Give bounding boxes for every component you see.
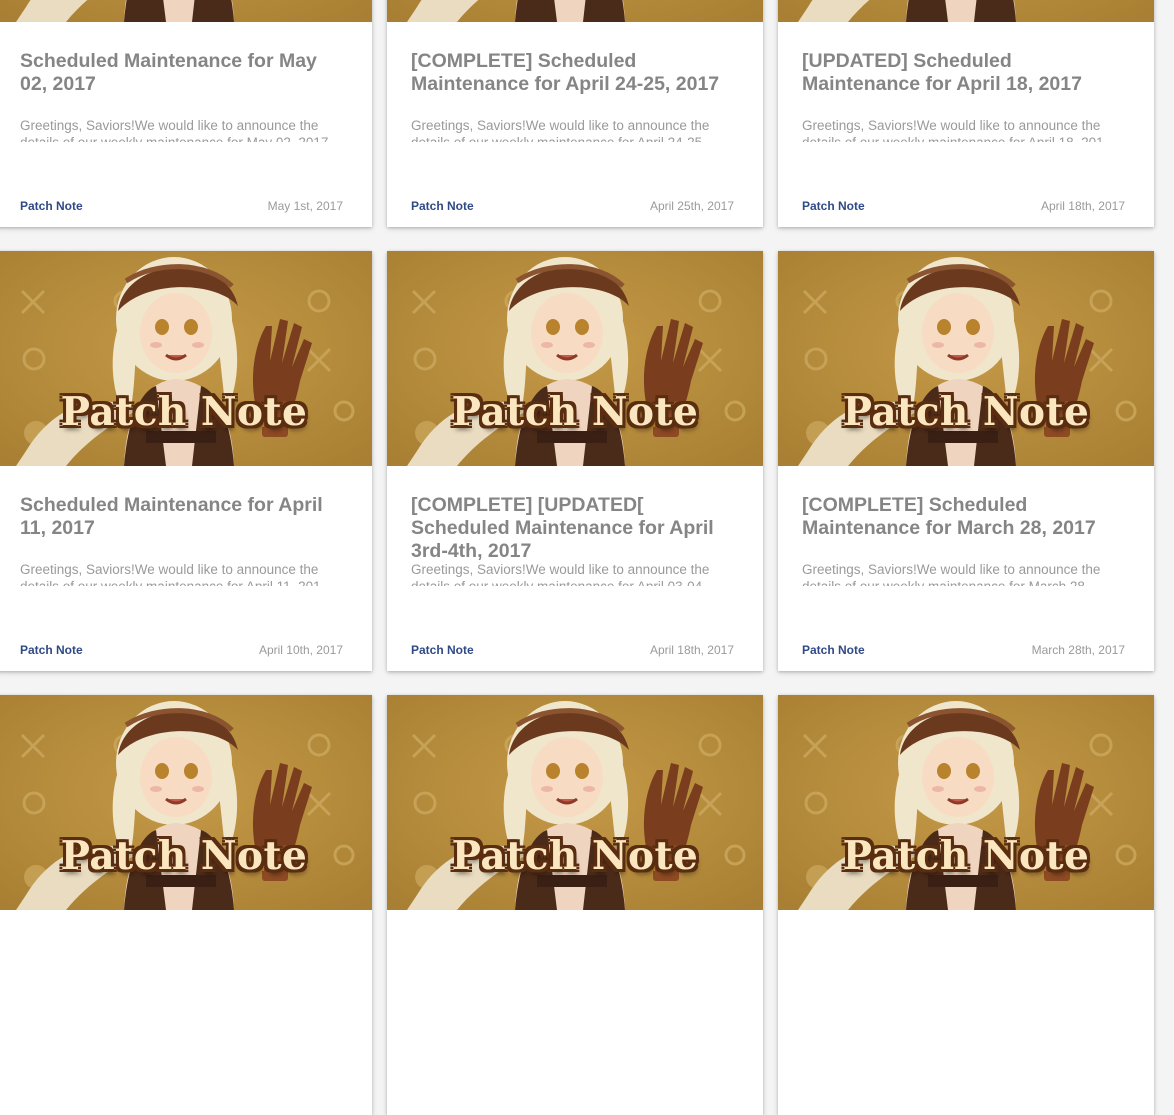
category-link[interactable]: Patch Note <box>411 199 474 213</box>
card-banner-image[interactable]: Patch Note <box>778 0 1154 22</box>
card-body <box>387 910 763 1115</box>
card-banner-image[interactable]: Patch Note <box>387 695 763 910</box>
card-body: [COMPLETE] Scheduled Maintenance for Mar… <box>778 466 1154 671</box>
card-title[interactable]: [COMPLETE] Scheduled Maintenance for Mar… <box>802 494 1122 540</box>
post-date: April 10th, 2017 <box>258 643 343 657</box>
card-banner-image[interactable]: Patch Note <box>0 0 372 22</box>
news-card[interactable]: Patch Note [COMPLETE] Scheduled Maintena… <box>778 251 1154 671</box>
card-body: Scheduled Maintenance for May 02, 2017 G… <box>0 22 372 227</box>
news-card[interactable]: Patch Note [COMPLETE] Scheduled Maintena… <box>387 0 763 227</box>
card-body: [UPDATED] Scheduled Maintenance for Apri… <box>778 22 1154 227</box>
banner-caption: Patch Note <box>451 833 699 879</box>
card-body: Scheduled Maintenance for April 11, 2017… <box>0 466 372 671</box>
card-excerpt <box>20 1005 342 1030</box>
news-card[interactable]: Patch Note [COMPLETE] [UPDATED[ Schedule… <box>387 251 763 671</box>
category-link[interactable]: Patch Note <box>20 199 83 213</box>
card-title[interactable]: Scheduled Maintenance for April 11, 2017 <box>20 494 340 540</box>
post-date: March 28th, 2017 <box>1031 643 1125 657</box>
card-excerpt <box>802 1005 1124 1030</box>
card-excerpt: Greetings, Saviors!We would like to anno… <box>20 118 340 142</box>
banner-caption: Patch Note <box>842 833 1090 879</box>
post-date: April 25th, 2017 <box>649 199 734 213</box>
card-body: [COMPLETE] [UPDATED[ Scheduled Maintenan… <box>387 466 763 671</box>
post-date: April 18th, 2017 <box>649 643 734 657</box>
card-banner-image[interactable]: Patch Note <box>0 695 372 910</box>
news-card[interactable]: Patch Note Scheduled Maintenance for May… <box>0 0 372 227</box>
category-link[interactable]: Patch Note <box>20 643 83 657</box>
category-link[interactable]: Patch Note <box>411 643 474 657</box>
card-body <box>778 910 1154 1115</box>
news-card[interactable]: Patch Note [UPDATED] Scheduled Maintenan… <box>778 0 1154 227</box>
news-card[interactable]: Patch Note <box>778 695 1154 1115</box>
card-title[interactable]: [COMPLETE] [UPDATED[ Scheduled Maintenan… <box>411 494 731 563</box>
banner-caption: Patch Note <box>60 389 308 435</box>
card-body <box>0 910 372 1115</box>
banner-caption: Patch Note <box>842 389 1090 435</box>
category-link[interactable]: Patch Note <box>802 643 865 657</box>
card-banner-image[interactable]: Patch Note <box>778 695 1154 910</box>
banner-caption: Patch Note <box>451 389 699 435</box>
card-excerpt <box>411 1005 733 1030</box>
card-excerpt: Greetings, Saviors!We would like to anno… <box>802 118 1115 142</box>
post-date: April 18th, 2017 <box>1040 199 1125 213</box>
card-title[interactable]: [UPDATED] Scheduled Maintenance for Apri… <box>802 50 1122 96</box>
card-title[interactable]: Scheduled Maintenance for May 02, 2017 <box>20 50 340 96</box>
card-excerpt: Greetings, Saviors!We would like to anno… <box>411 118 717 142</box>
news-card[interactable]: Patch Note Scheduled Maintenance for Apr… <box>0 251 372 671</box>
card-title[interactable]: [COMPLETE] Scheduled Maintenance for Apr… <box>411 50 731 96</box>
category-link[interactable]: Patch Note <box>802 199 865 213</box>
card-banner-image[interactable]: Patch Note <box>0 251 372 466</box>
card-banner-image[interactable]: Patch Note <box>778 251 1154 466</box>
card-banner-image[interactable]: Patch Note <box>387 251 763 466</box>
card-body: [COMPLETE] Scheduled Maintenance for Apr… <box>387 22 763 227</box>
card-excerpt: Greetings, Saviors!We would like to anno… <box>802 562 1101 586</box>
news-card[interactable]: Patch Note <box>0 695 372 1115</box>
post-date: May 1st, 2017 <box>267 199 343 213</box>
card-excerpt: Greetings, Saviors!We would like to anno… <box>20 562 332 586</box>
card-banner-image[interactable]: Patch Note <box>387 0 763 22</box>
news-card[interactable]: Patch Note <box>387 695 763 1115</box>
news-card-grid: Patch Note Scheduled Maintenance for May… <box>0 0 1174 1115</box>
card-excerpt: Greetings, Saviors!We would like to anno… <box>411 562 717 586</box>
banner-caption: Patch Note <box>60 833 308 879</box>
